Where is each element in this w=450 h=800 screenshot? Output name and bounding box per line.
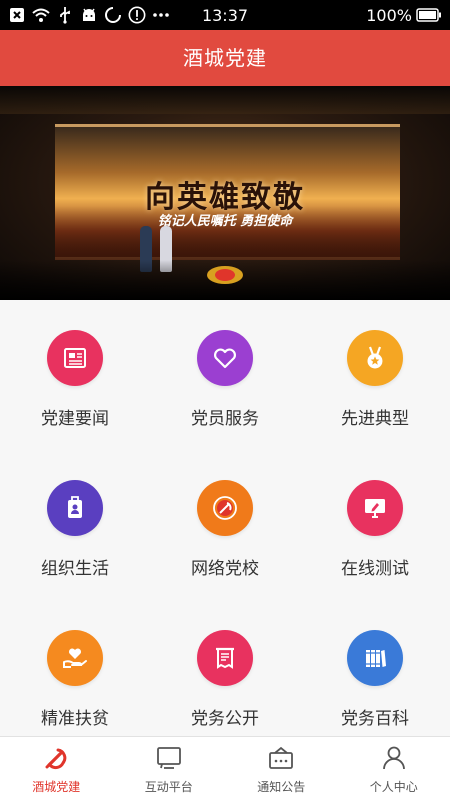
grid-label: 党建要闻 [41, 409, 109, 429]
grid-label: 组织生活 [41, 559, 109, 579]
grid-item-online-party-school[interactable]: 网络党校 [150, 450, 300, 600]
grid-label: 党务公开 [191, 709, 259, 729]
tab-jiucheng-party[interactable]: 酒城党建 [0, 737, 113, 800]
grid-label: 网络党校 [191, 559, 259, 579]
monitor-icon [347, 480, 403, 536]
bottom-tab-bar: 酒城党建 互动平台 通知公告 个人中心 [0, 736, 450, 800]
status-icons-right: 100% [366, 6, 442, 25]
status-icons-left [8, 6, 178, 24]
android-icon [80, 6, 98, 24]
banner-carousel[interactable]: 向英雄致敬 铭记人民嘱托 勇担使命 [0, 86, 450, 300]
wifi-icon [32, 6, 50, 24]
chat-icon [154, 744, 184, 772]
tab-interactive-platform[interactable]: 互动平台 [113, 737, 226, 800]
usb-icon [56, 6, 74, 24]
tab-label: 通知公告 [257, 780, 306, 794]
tab-personal-center[interactable]: 个人中心 [338, 737, 450, 800]
grid-item-org-life[interactable]: 组织生活 [0, 450, 150, 600]
app-header: 酒城党建 [0, 30, 450, 86]
notice-icon [266, 744, 296, 772]
close-notification-icon [8, 6, 26, 24]
page-title: 酒城党建 [183, 46, 267, 70]
battery-icon [416, 6, 442, 24]
stage-lights [0, 86, 450, 114]
books-icon [347, 630, 403, 686]
banner-subtitle: 铭记人民嘱托 勇担使命 [157, 214, 293, 229]
tab-label: 互动平台 [144, 780, 193, 794]
medal-icon [347, 330, 403, 386]
status-bar: 13:37 100% [0, 0, 450, 30]
grid-label: 在线测试 [341, 559, 409, 579]
user-icon [379, 744, 409, 772]
party-emblem-icon [197, 480, 253, 536]
battery-percent: 100% [366, 5, 412, 25]
hand-heart-icon [47, 630, 103, 686]
grid-item-member-service[interactable]: 党员服务 [150, 300, 300, 450]
newspaper-icon [47, 330, 103, 386]
grid-item-online-test[interactable]: 在线测试 [300, 450, 450, 600]
stage-emblem-icon [207, 266, 243, 284]
tab-label: 酒城党建 [32, 780, 81, 794]
grid-item-party-affairs-public[interactable]: 党务公开 [150, 600, 300, 750]
tab-label: 个人中心 [369, 780, 418, 794]
grid-item-party-news[interactable]: 党建要闻 [0, 300, 150, 450]
alert-icon [128, 6, 146, 24]
feature-grid: 党建要闻 党员服务 先进典型 组织生活 网络党校 在线测试 精准扶贫 党务公开 … [0, 300, 450, 736]
tab-notices[interactable]: 通知公告 [225, 737, 338, 800]
receipt-icon [197, 630, 253, 686]
grid-label: 先进典型 [341, 409, 409, 429]
grid-label: 党务百科 [341, 709, 409, 729]
sync-icon [104, 6, 122, 24]
grid-item-poverty-alleviation[interactable]: 精准扶贫 [0, 600, 150, 750]
id-badge-icon [47, 480, 103, 536]
grid-item-party-encyclopedia[interactable]: 党务百科 [300, 600, 450, 750]
heart-icon [197, 330, 253, 386]
grid-item-advanced-models[interactable]: 先进典型 [300, 300, 450, 450]
party-emblem-icon [41, 744, 71, 772]
grid-label: 党员服务 [191, 409, 259, 429]
grid-label: 精准扶贫 [41, 709, 109, 729]
more-icon [152, 6, 170, 24]
